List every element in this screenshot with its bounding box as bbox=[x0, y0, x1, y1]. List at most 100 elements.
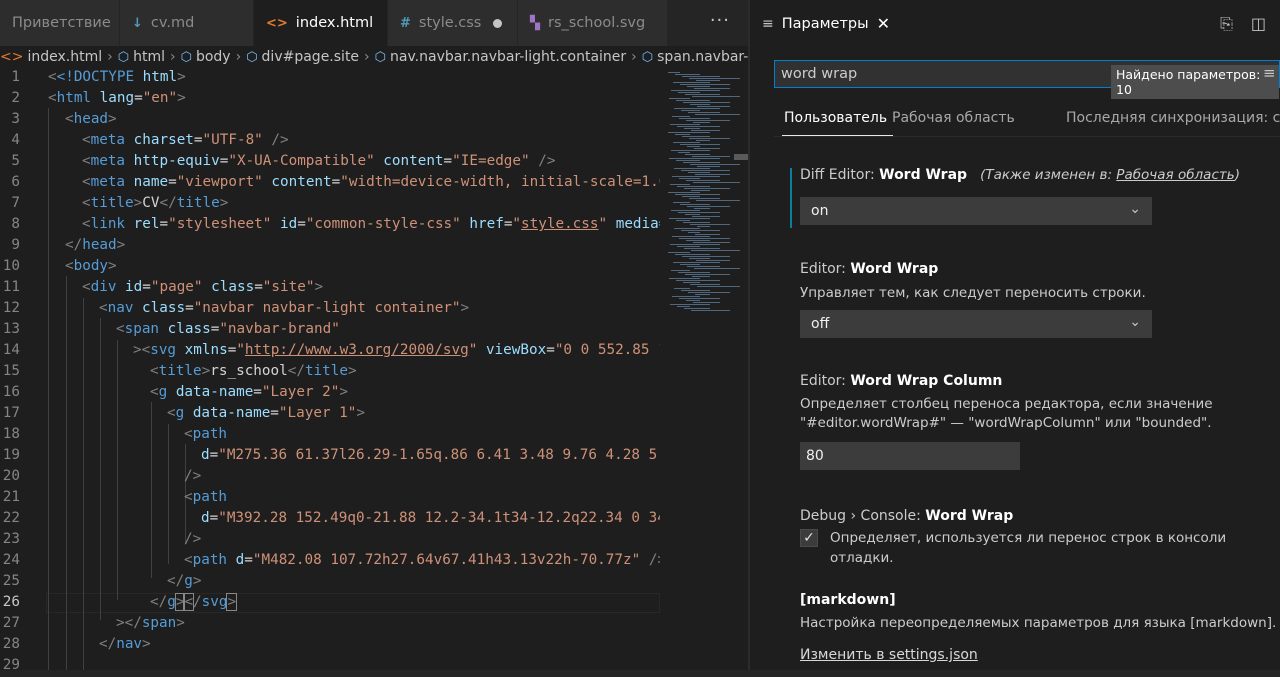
minimap-line bbox=[680, 144, 720, 145]
setting-name: Word Wrap bbox=[879, 167, 968, 183]
breadcrumb-item[interactable]: html bbox=[133, 49, 165, 65]
minimap-line bbox=[690, 284, 720, 285]
cube-icon: ⬡ bbox=[180, 49, 192, 65]
tab-user[interactable]: Пользователь bbox=[781, 110, 894, 136]
minimap-line bbox=[694, 88, 730, 89]
unsaved-dot-icon[interactable] bbox=[493, 18, 503, 28]
minimap-line bbox=[669, 278, 700, 279]
minimap-line bbox=[669, 158, 720, 159]
minimap-line bbox=[695, 294, 710, 295]
debug-console-word-wrap-checkbox[interactable]: ✓ bbox=[800, 529, 818, 547]
close-icon[interactable]: ✕ bbox=[877, 14, 890, 33]
edit-in-settings-json-link[interactable]: Изменить в settings.json bbox=[800, 647, 978, 663]
editor-word-wrap-select[interactable]: off ⌄ bbox=[800, 310, 1152, 338]
word-wrap-column-input[interactable]: 80 bbox=[800, 442, 1020, 470]
indent-guide bbox=[168, 424, 169, 564]
setting-category: Diff Editor: bbox=[800, 167, 880, 183]
minimap-line bbox=[694, 268, 740, 269]
scrollbar-thumb[interactable] bbox=[734, 154, 748, 160]
line-number: 27 bbox=[2, 615, 20, 631]
minimap-line bbox=[674, 168, 710, 169]
minimap-line bbox=[697, 286, 740, 287]
minimap-line bbox=[686, 240, 710, 241]
line-number: 5 bbox=[11, 153, 20, 169]
code-line-14: ><svg xmlns="http://www.w3.org/2000/svg"… bbox=[133, 342, 667, 358]
open-json-icon[interactable]: ⎘ bbox=[1220, 14, 1233, 34]
code-line-9: </head> bbox=[65, 237, 126, 253]
workspace-link[interactable]: Рабочая область bbox=[1116, 167, 1234, 183]
chevron-right-icon: › bbox=[169, 49, 176, 65]
minimap-line bbox=[676, 220, 690, 221]
minimap-line bbox=[697, 106, 730, 107]
code-line-1: <<!DOCTYPE html> bbox=[48, 69, 186, 85]
line-number: 17 bbox=[2, 405, 20, 421]
tab-rs-school-svg[interactable]: ▚ rs_school.svg bbox=[518, 0, 668, 46]
settings-editor: ≡ Параметры ✕ ⎘ ◫ word wrap Найдено пара… bbox=[750, 0, 1280, 677]
minimap-line bbox=[675, 194, 720, 195]
setting-description: Настройка переопределяемых параметров дл… bbox=[800, 615, 1277, 631]
tab-style-css[interactable]: # style.css bbox=[388, 0, 518, 46]
more-actions-icon[interactable]: ··· bbox=[710, 10, 730, 31]
line-number: 18 bbox=[2, 426, 20, 442]
minimap-line bbox=[693, 302, 720, 303]
indent-guide bbox=[66, 276, 67, 676]
code-line-7: <title>CV</title> bbox=[82, 195, 229, 211]
minimap-line bbox=[695, 234, 720, 235]
breadcrumb-item[interactable]: nav.navbar.navbar-light.container bbox=[390, 49, 626, 65]
breadcrumb-item[interactable]: body bbox=[196, 49, 231, 65]
tab-cv-md[interactable]: ↓ cv.md bbox=[120, 0, 254, 46]
minimap-line bbox=[681, 110, 700, 111]
svg-icon: ▚ bbox=[530, 15, 540, 31]
minimap-line bbox=[683, 102, 730, 103]
breadcrumb-item[interactable]: index.html bbox=[27, 49, 102, 65]
minimap-line bbox=[672, 296, 700, 297]
minimap-line bbox=[690, 224, 730, 225]
minimap-line bbox=[673, 82, 710, 83]
chevron-right-icon: › bbox=[631, 49, 637, 65]
tab-index-html[interactable]: <> index.html bbox=[254, 0, 388, 46]
minimap-line bbox=[677, 306, 690, 307]
code-editor[interactable]: 1 2 3 4 5 6 7 8 9 10 11 12 13 14 15 16 17 18 19 20 21 22 23 24 2… bbox=[0, 68, 667, 677]
code-line-8: <link rel="stylesheet" id="common-style-… bbox=[82, 216, 668, 232]
setting-name: Word Wrap bbox=[850, 261, 939, 277]
minimap-line bbox=[678, 272, 710, 273]
minimap-line bbox=[689, 138, 730, 139]
minimap-line bbox=[693, 242, 730, 243]
minimap-line bbox=[677, 126, 720, 127]
minimap-line bbox=[670, 184, 690, 185]
chevron-right-icon: › bbox=[107, 49, 113, 65]
minimap-line bbox=[673, 202, 690, 203]
tab-workspace[interactable]: Рабочая область bbox=[892, 110, 1015, 126]
minimap-line bbox=[684, 248, 720, 249]
settings-tab[interactable]: ≡ Параметры ✕ bbox=[762, 14, 890, 33]
check-icon: ✓ bbox=[803, 530, 815, 546]
minimap-line bbox=[673, 262, 720, 263]
minimap-line bbox=[686, 180, 720, 181]
minimap-line bbox=[670, 124, 700, 125]
minimap-line bbox=[679, 298, 720, 299]
chevron-right-icon: › bbox=[235, 49, 242, 65]
editor-group: Приветствие ↓ cv.md <> index.html # styl… bbox=[0, 0, 748, 677]
diff-editor-word-wrap-select[interactable]: on ⌄ bbox=[800, 197, 1152, 225]
breadcrumb-item[interactable]: span.navbar-brand bbox=[657, 49, 748, 65]
minimap-line bbox=[677, 246, 700, 247]
line-number: 4 bbox=[11, 132, 20, 148]
line-number: 22 bbox=[2, 510, 20, 526]
minimap-line bbox=[691, 190, 710, 191]
minimap-line bbox=[697, 166, 720, 167]
tab-welcome[interactable]: Приветствие bbox=[0, 0, 120, 46]
breadcrumb-item[interactable]: div#page.site bbox=[262, 49, 360, 65]
setting-name: [markdown] bbox=[800, 592, 896, 608]
filter-icon[interactable]: ≡ bbox=[1263, 64, 1276, 82]
split-editor-icon[interactable]: ◫ bbox=[1251, 14, 1266, 34]
minimap-line bbox=[669, 98, 690, 99]
minimap-line bbox=[686, 120, 730, 121]
settings-search-input[interactable]: word wrap Найдено параметров: 10 ≡ bbox=[774, 60, 1280, 99]
panel-border bbox=[0, 670, 1280, 677]
code-line-18: <path bbox=[184, 426, 228, 442]
setting-editor-word-wrap-column-title: Editor: Word Wrap Column bbox=[800, 373, 1002, 389]
minimap-line bbox=[675, 74, 700, 75]
minimap-line bbox=[692, 156, 730, 157]
line-number: 7 bbox=[11, 195, 20, 211]
tab-label: index.html bbox=[295, 15, 374, 31]
